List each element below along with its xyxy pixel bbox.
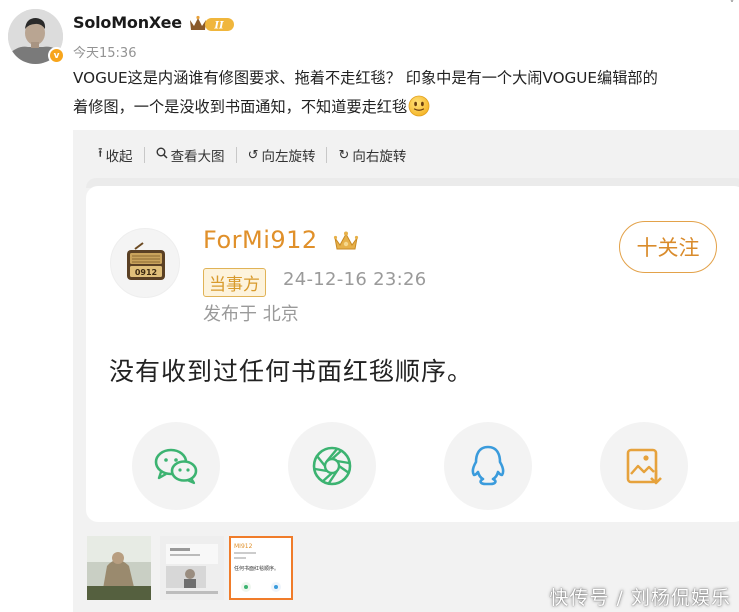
rotate-right-label: 向右旋转 bbox=[352, 149, 407, 165]
card-timestamp: 24-12-16 23:26 bbox=[283, 269, 427, 290]
member-level-icon[interactable]: II bbox=[188, 14, 236, 34]
verified-icon: v bbox=[48, 47, 65, 64]
qq-icon bbox=[444, 422, 532, 510]
post-body: VOGUE这是内涵谁有修图要求、拖着不走红毯？ 印象中是有一个大闹VOGUE编辑… bbox=[73, 64, 739, 127]
thumbnail-2[interactable] bbox=[160, 536, 224, 600]
radio-avatar: 0912 bbox=[110, 228, 180, 298]
card-location: 发布于 北京 bbox=[203, 304, 299, 325]
moments-icon bbox=[288, 422, 376, 510]
slightly-smiling-face-emoji-icon bbox=[408, 95, 430, 127]
author-avatar[interactable]: v bbox=[8, 9, 65, 64]
post-timestamp[interactable]: 今天15:36 bbox=[73, 42, 136, 61]
card-body-text: 没有收到过任何书面红毯顺序。 bbox=[109, 357, 474, 386]
image-viewer-panel: ⭱ 收起 查看大图 ↺ 向左旋转 ↻ 向右旋转 0912 ForMi912 当事… bbox=[73, 130, 739, 612]
rotate-left-icon: ↺ bbox=[247, 147, 259, 163]
rotate-right-icon: ↻ bbox=[338, 147, 350, 163]
role-badge: 当事方 bbox=[203, 268, 266, 297]
thumbnail-3-active[interactable]: MI912 任何书面红毯顺序。 bbox=[229, 536, 293, 600]
thumbnail-3-name: MI912 bbox=[234, 543, 253, 550]
follow-button: 十关注 bbox=[619, 221, 717, 273]
post-body-line-2: 着修图，一个是没收到书面通知，不知道要走红毯 bbox=[73, 98, 408, 116]
thumbnail-1[interactable] bbox=[87, 536, 151, 600]
radio-avatar-label: 0912 bbox=[135, 268, 157, 277]
wechat-icon bbox=[132, 422, 220, 510]
image-toolbar: ⭱ 收起 查看大图 ↺ 向左旋转 ↻ 向右旋转 bbox=[98, 144, 417, 166]
member-level-text: II bbox=[213, 21, 224, 32]
screenshot-image[interactable]: 0912 ForMi912 当事方 24-12-16 23:26 发布于 北京 … bbox=[86, 186, 739, 522]
rotate-right-button[interactable]: ↻ 向右旋转 bbox=[326, 147, 417, 165]
collapse-arrow-icon: ⭱ bbox=[98, 146, 103, 161]
post-menu-chevron-icon[interactable]: ˅ bbox=[729, 0, 735, 12]
crown-icon bbox=[333, 230, 359, 256]
post-body-line-1: VOGUE这是内涵谁有修图要求、拖着不走红毯？ 印象中是有一个大闹VOGUE编辑… bbox=[73, 69, 658, 87]
card-author-name: ForMi912 bbox=[203, 226, 318, 254]
view-large-label: 查看大图 bbox=[170, 149, 225, 165]
rotate-left-label: 向左旋转 bbox=[261, 149, 316, 165]
magnifier-icon bbox=[156, 147, 168, 163]
collapse-label: 收起 bbox=[105, 149, 133, 165]
author-name[interactable]: SoloMonXee bbox=[73, 13, 182, 32]
save-image-icon bbox=[600, 422, 688, 510]
collapse-button[interactable]: ⭱ 收起 bbox=[98, 146, 144, 165]
view-large-button[interactable]: 查看大图 bbox=[143, 147, 236, 165]
share-row bbox=[86, 422, 739, 512]
thumbnail-3-text: 任何书面红毯顺序。 bbox=[234, 565, 279, 572]
watermark-text: 快传号 / 刘杨侃娱乐 bbox=[549, 587, 731, 609]
rotate-left-button[interactable]: ↺ 向左旋转 bbox=[235, 147, 327, 165]
